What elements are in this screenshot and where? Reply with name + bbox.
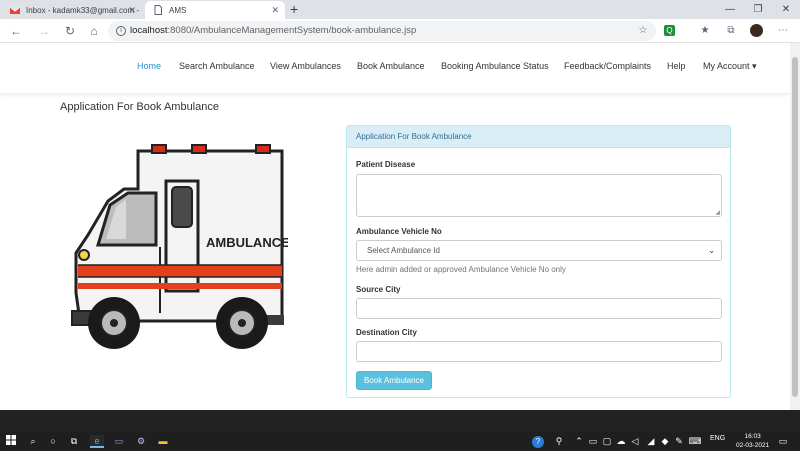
forward-icon[interactable]: → <box>36 23 52 39</box>
keyboard-icon[interactable]: ⌨ <box>688 435 702 448</box>
pen-icon[interactable]: ✎ <box>672 435 686 448</box>
help-icon[interactable]: ? <box>532 436 544 448</box>
nav-search-ambulance[interactable]: Search Ambulance <box>179 61 255 71</box>
restore-button[interactable]: ❐ <box>744 0 772 19</box>
battery-icon[interactable]: ▭ <box>586 435 600 448</box>
favorite-star-icon[interactable]: ☆ <box>636 24 650 38</box>
resize-handle-icon[interactable]: ◢ <box>715 209 720 216</box>
destination-city-field[interactable] <box>356 341 722 362</box>
extension-icon[interactable]: Q <box>664 25 675 36</box>
meet-now-icon[interactable]: ▢ <box>600 435 614 448</box>
minimize-button[interactable]: — <box>716 0 744 19</box>
nav-view-ambulances[interactable]: View Ambulances <box>270 61 341 71</box>
chevron-up-icon[interactable]: ⌃ <box>572 435 586 448</box>
tab-gmail[interactable]: Inbox - kadamk33@gmail.com - ✕ <box>2 1 142 19</box>
destination-city-label: Destination City <box>356 328 417 337</box>
patient-disease-label: Patient Disease <box>356 160 416 169</box>
tab-title: AMS <box>169 5 187 15</box>
network-icon[interactable]: ◢ <box>644 435 658 448</box>
cortana-icon[interactable]: ○ <box>46 435 60 448</box>
search-icon[interactable]: ⌕ <box>26 435 40 448</box>
nav-booking-status[interactable]: Booking Ambulance Status <box>441 61 549 71</box>
browser-tab-strip: Inbox - kadamk33@gmail.com - ✕ AMS ✕ + —… <box>0 0 800 19</box>
dropbox-icon[interactable]: ◆ <box>658 435 672 448</box>
nav-feedback[interactable]: Feedback/Complaints <box>564 61 651 71</box>
tab-title: Inbox - kadamk33@gmail.com - <box>26 5 140 15</box>
nav-book-ambulance[interactable]: Book Ambulance <box>357 61 425 71</box>
address-bar-row: ← → ↻ ⌂ i localhost:8080/AmbulanceManage… <box>0 19 800 43</box>
url-field[interactable]: i localhost:8080/AmbulanceManagementSyst… <box>108 21 656 41</box>
page-title: Application For Book Ambulance <box>60 101 219 113</box>
vehicle-no-label: Ambulance Vehicle No <box>356 227 442 236</box>
notifications-icon[interactable]: ▭ <box>776 435 790 448</box>
reload-icon[interactable]: ↻ <box>62 23 78 39</box>
site-info-icon[interactable]: i <box>116 26 126 36</box>
panel-title: Application For Book Ambulance <box>347 126 730 148</box>
home-icon[interactable]: ⌂ <box>86 23 102 39</box>
book-ambulance-button[interactable]: Book Ambulance <box>356 371 432 390</box>
close-tab-icon[interactable]: ✕ <box>271 5 279 16</box>
settings-taskbar-icon[interactable]: ⚙ <box>134 435 148 448</box>
windows-start-icon[interactable] <box>4 435 18 448</box>
terminal-taskbar-icon[interactable]: ▭ <box>112 435 126 448</box>
collections-icon[interactable]: ⧉ <box>724 24 738 38</box>
source-city-label: Source City <box>356 285 401 294</box>
nav-my-account[interactable]: My Account ▾ <box>703 61 757 72</box>
ambulance-text: AMBULANCE <box>206 235 288 250</box>
url-path: :8080/AmbulanceManagementSystem/book-amb… <box>167 25 417 36</box>
language-indicator[interactable]: ENG <box>710 435 725 442</box>
vehicle-help-text: Here admin added or approved Ambulance V… <box>356 265 566 274</box>
close-tab-icon[interactable]: ✕ <box>128 5 136 16</box>
back-icon[interactable]: ← <box>8 23 24 39</box>
clock-time: 16:03 <box>744 433 761 440</box>
page-scrollbar[interactable] <box>790 43 800 410</box>
file-explorer-icon[interactable]: ▬ <box>156 435 170 448</box>
onedrive-icon[interactable]: ☁ <box>614 435 628 448</box>
ambulance-illustration: AMBULANCE <box>66 143 290 353</box>
booking-form-panel: Application For Book Ambulance Patient D… <box>346 125 731 398</box>
page-icon <box>153 5 163 15</box>
favorites-icon[interactable]: ★ <box>698 24 712 38</box>
clock-date: 02-03-2021 <box>736 441 770 449</box>
windows-taskbar: ⌕ ○ ⧉ e ▭ ⚙ ▬ ? ⚲ ⌃ ▭ ▢ ☁ ◁ ◢ ◆ ✎ ⌨ ENG … <box>0 432 800 451</box>
ambulance-id-select[interactable]: Select Ambulance Id ⌄ <box>356 240 722 261</box>
new-tab-button[interactable]: + <box>290 1 298 18</box>
gmail-icon <box>9 5 21 15</box>
web-page: Home Search Ambulance View Ambulances Bo… <box>0 43 790 410</box>
task-view-icon[interactable]: ⧉ <box>67 435 81 448</box>
system-clock[interactable]: 16:03 02-03-2021 <box>736 433 769 450</box>
edge-taskbar-icon[interactable]: e <box>90 435 104 448</box>
patient-disease-field[interactable]: ◢ <box>356 174 722 217</box>
chevron-down-icon: ⌄ <box>708 246 715 255</box>
site-navbar: Home Search Ambulance View Ambulances Bo… <box>0 43 790 93</box>
url-host: localhost <box>130 25 168 36</box>
people-icon[interactable]: ⚲ <box>552 435 566 448</box>
nav-help[interactable]: Help <box>667 61 686 71</box>
profile-avatar[interactable] <box>750 24 763 37</box>
nav-home[interactable]: Home <box>137 61 161 71</box>
close-window-button[interactable]: ✕ <box>772 0 800 19</box>
volume-icon[interactable]: ◁ <box>628 435 642 448</box>
site-footer <box>0 410 800 432</box>
tab-ams[interactable]: AMS ✕ <box>145 1 285 19</box>
source-city-field[interactable] <box>356 298 722 319</box>
scrollbar-thumb[interactable] <box>792 57 798 397</box>
select-value: Select Ambulance Id <box>367 246 440 255</box>
more-menu-icon[interactable]: ⋯ <box>776 24 790 38</box>
